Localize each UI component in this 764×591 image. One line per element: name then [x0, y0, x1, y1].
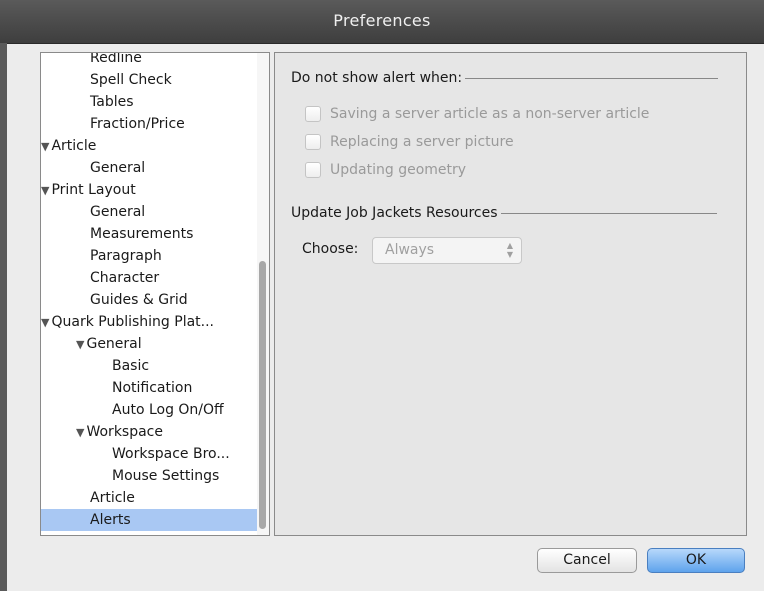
checkbox-label: Saving a server article as a non-server …	[330, 106, 650, 122]
sidebar-item-label: Mouse Settings	[112, 468, 220, 484]
sidebar-item[interactable]: Basic	[41, 355, 269, 377]
sidebar-scrollbar[interactable]	[257, 53, 269, 535]
sidebar-item[interactable]: ▼ Workspace	[41, 421, 269, 443]
window-title: Preferences	[333, 11, 431, 30]
window-edge	[0, 43, 7, 591]
sidebar-item-label: Paragraph	[90, 248, 162, 264]
sidebar-item-label: Basic	[112, 358, 150, 374]
sidebar-item-label: General	[86, 336, 142, 352]
choose-label: Choose:	[302, 241, 359, 257]
sidebar-item[interactable]: Spell Check	[41, 69, 269, 91]
checkbox[interactable]	[305, 134, 321, 150]
sidebar-item[interactable]: ▼ Print Layout	[41, 179, 253, 201]
ok-button[interactable]: OK	[647, 548, 745, 573]
cancel-button[interactable]: Cancel	[537, 548, 637, 573]
job-jackets-section-header: Update Job Jackets Resources	[291, 205, 717, 221]
job-jackets-section-title: Update Job Jackets Resources	[291, 205, 498, 221]
sidebar-item[interactable]: Mouse Settings	[41, 465, 269, 487]
sidebar-item-label: Alerts	[90, 512, 131, 528]
sidebar-item-label: Print Layout	[51, 182, 136, 198]
sidebar-item[interactable]: Measurements	[41, 223, 269, 245]
section-divider	[500, 212, 717, 214]
sidebar-item[interactable]: Paragraph	[41, 245, 269, 267]
sidebar-item[interactable]: Article	[41, 487, 269, 509]
sidebar-item[interactable]: General	[41, 201, 269, 223]
sidebar-item[interactable]: General	[41, 157, 269, 179]
sidebar-item[interactable]: Alerts	[41, 509, 269, 531]
alert-option-saving-server-article[interactable]: Saving a server article as a non-server …	[305, 106, 649, 122]
title-bar: Preferences	[0, 0, 764, 44]
sidebar-item-label: Tables	[90, 94, 134, 110]
disclosure-triangle-icon[interactable]: ▼	[76, 338, 84, 351]
sidebar-item[interactable]: ▼ Quark Publishing Plat...	[41, 311, 253, 333]
select-stepper-icon: ▲ ▼	[506, 241, 513, 259]
sidebar-item-label: Workspace	[86, 424, 163, 440]
sidebar-item[interactable]: ▼ Article	[41, 135, 253, 157]
scrollbar-thumb[interactable]	[259, 261, 266, 529]
sidebar-item[interactable]: Fraction/Price	[41, 113, 269, 135]
sidebar-item-label: Quark Publishing Plat...	[51, 314, 215, 330]
sidebar-item-label: Auto Log On/Off	[112, 402, 224, 418]
sidebar-item[interactable]: Tables	[41, 91, 269, 113]
disclosure-triangle-icon[interactable]: ▼	[41, 184, 49, 197]
choose-select-value: Always	[385, 242, 435, 258]
disclosure-triangle-icon[interactable]: ▼	[41, 316, 49, 329]
checkbox[interactable]	[305, 162, 321, 178]
checkbox[interactable]	[305, 106, 321, 122]
sidebar-item[interactable]: Character	[41, 267, 269, 289]
sidebar-item-label: Guides & Grid	[90, 292, 188, 308]
checkbox-label: Updating geometry	[330, 162, 467, 178]
sidebar-item-label: General	[90, 160, 146, 176]
sidebar-item-label: Redline	[90, 52, 142, 66]
disclosure-triangle-icon[interactable]: ▼	[76, 426, 84, 439]
sidebar-item-label: Notification	[112, 380, 193, 396]
alerts-section-header: Do not show alert when:	[291, 70, 719, 86]
sidebar-item-label: Character	[90, 270, 160, 286]
sidebar-item[interactable]: Workspace Bro...	[41, 443, 269, 465]
disclosure-triangle-icon[interactable]: ▼	[41, 140, 49, 153]
checkbox-label: Replacing a server picture	[330, 134, 514, 150]
sidebar-item-label: Fraction/Price	[90, 116, 185, 132]
sidebar-item[interactable]: Guides & Grid	[41, 289, 269, 311]
alert-option-replacing-picture[interactable]: Replacing a server picture	[305, 134, 514, 150]
sidebar-item-label: Workspace Bro...	[112, 446, 230, 462]
preferences-sidebar: Redline Spell Check Tables Fraction/Price ▼ A…	[40, 52, 270, 536]
sidebar-item-label: Spell Check	[90, 72, 172, 88]
sidebar-item[interactable]: Auto Log On/Off	[41, 399, 269, 421]
sidebar-item-label: Article	[90, 490, 135, 506]
section-divider	[465, 77, 719, 79]
sidebar-item[interactable]: ▼ General	[41, 333, 269, 355]
sidebar-item-label: Article	[51, 138, 97, 154]
alerts-panel: Do not show alert when: Saving a server …	[274, 52, 747, 536]
sidebar-item[interactable]: Redline	[41, 52, 269, 69]
alerts-section-title: Do not show alert when:	[291, 70, 463, 86]
choose-select[interactable]: Always ▲ ▼	[372, 237, 522, 264]
sidebar-item-label: Measurements	[90, 226, 194, 242]
alert-option-updating-geometry[interactable]: Updating geometry	[305, 162, 466, 178]
sidebar-item-label: General	[90, 204, 146, 220]
sidebar-item[interactable]: Notification	[41, 377, 269, 399]
